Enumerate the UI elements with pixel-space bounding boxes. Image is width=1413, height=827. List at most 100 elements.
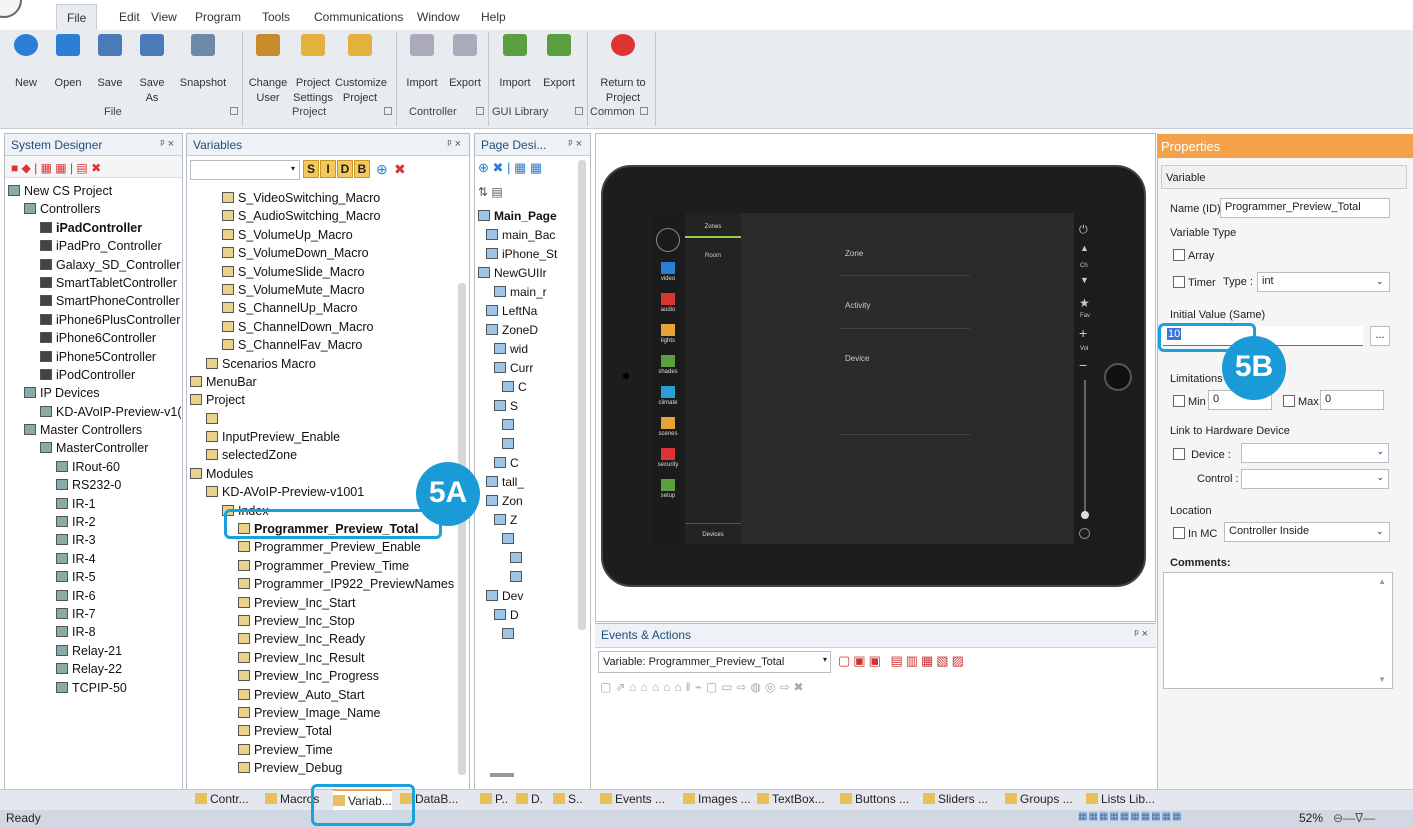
page-item[interactable]: Curr xyxy=(478,359,557,378)
page-item[interactable]: iPhone_St xyxy=(478,245,557,264)
toolbar-icons[interactable]: ■ ◆ | ▦ ▦ | ▤ ✖ xyxy=(11,161,101,175)
bottom-tab[interactable]: Contr... xyxy=(195,789,249,810)
zones-tab[interactable]: Zones xyxy=(685,220,741,238)
bottom-tab[interactable]: Buttons ... xyxy=(840,789,909,810)
page-item[interactable]: NewGUIIr xyxy=(478,264,557,283)
tree-item[interactable]: iPhone5Controller xyxy=(8,348,182,366)
tree-item[interactable]: IR-3 xyxy=(8,531,182,549)
variable-item[interactable]: S_ChannelDown_Macro xyxy=(190,318,454,336)
tree-item[interactable]: New CS Project xyxy=(8,182,182,200)
variable-item[interactable]: S_ChannelUp_Macro xyxy=(190,299,454,317)
export-button[interactable]: Export xyxy=(539,34,579,91)
vertical-scrollbar[interactable] xyxy=(458,283,466,775)
group-dialog-launcher[interactable] xyxy=(575,107,583,115)
tree-item[interactable]: iPodController xyxy=(8,366,182,384)
tree-item[interactable]: Relay-21 xyxy=(8,642,182,660)
bottom-tab[interactable]: Sliders ... xyxy=(923,789,988,810)
variable-item[interactable]: Preview_Inc_Ready xyxy=(190,630,454,648)
group-dialog-launcher[interactable] xyxy=(640,107,648,115)
bottom-tab[interactable]: TextBox... xyxy=(757,789,825,810)
bottom-tab[interactable]: Events ... xyxy=(600,789,665,810)
variable-item[interactable]: S_VolumeUp_Macro xyxy=(190,226,454,244)
status-icons[interactable]: ▦▦▦▦▦▦▦▦▦▦ xyxy=(1078,811,1182,822)
power-icon[interactable]: ⏻ xyxy=(1079,224,1088,237)
page-item[interactable]: D xyxy=(478,606,557,625)
page-item[interactable] xyxy=(478,549,557,568)
variable-item[interactable]: Modules xyxy=(190,465,454,483)
customize-project-button[interactable]: Customize Project xyxy=(335,34,387,106)
page-item[interactable] xyxy=(478,530,557,549)
page-item[interactable] xyxy=(478,568,557,587)
video-nav-item[interactable]: video xyxy=(651,262,685,282)
page-item[interactable] xyxy=(478,416,557,435)
page-item[interactable]: ZoneD xyxy=(478,321,557,340)
favorite-icon[interactable]: ★ xyxy=(1079,296,1090,310)
type-filter-d[interactable]: D xyxy=(337,160,353,178)
project-settings-button[interactable]: Project Settings xyxy=(291,34,335,106)
menu-communications[interactable]: Communications xyxy=(314,10,403,24)
shades-nav-item[interactable]: shades xyxy=(651,355,685,375)
variable-item[interactable]: MenuBar xyxy=(190,373,454,391)
type-select[interactable]: int xyxy=(1257,272,1390,292)
menu-view[interactable]: View xyxy=(151,10,177,24)
tree-item[interactable]: IR-5 xyxy=(8,568,182,586)
variable-item[interactable]: Preview_Debug xyxy=(190,759,454,777)
variable-item[interactable]: S_VideoSwitching_Macro xyxy=(190,189,454,207)
return-to-project-button[interactable]: Return to Project xyxy=(593,34,653,106)
add-icon[interactable]: ⊕ xyxy=(376,161,388,178)
snapshot-button[interactable]: Snapshot xyxy=(176,34,230,91)
page-item[interactable]: Z xyxy=(478,511,557,530)
bottom-tab[interactable]: P.. xyxy=(480,789,508,810)
variable-item[interactable]: S_ChannelFav_Macro xyxy=(190,336,454,354)
variable-item[interactable]: Scenarios Macro xyxy=(190,355,454,373)
page-item[interactable]: wid xyxy=(478,340,557,359)
device-checkbox[interactable]: Device : xyxy=(1173,448,1231,461)
channel-up-icon[interactable]: ▲ xyxy=(1080,243,1089,253)
setup-nav-item[interactable]: setup xyxy=(651,479,685,499)
page-toolbar-icons[interactable]: ⊕ ✖ | ▦ ▦ xyxy=(478,160,542,176)
tree-item[interactable]: RS232-0 xyxy=(8,476,182,494)
action-toolbar-icons[interactable]: ▢⇗⌂⌂⌂⌂⌂‖⌁▢▭⇨◍◎⇨✖ xyxy=(600,680,808,694)
tree-item[interactable]: KD-AVoIP-Preview-v1( xyxy=(8,403,182,421)
bottom-tab[interactable]: D. xyxy=(516,789,543,810)
tree-item[interactable]: Galaxy_SD_Controller xyxy=(8,256,182,274)
devices-tab[interactable]: Devices xyxy=(685,523,741,544)
volume-slider-thumb[interactable] xyxy=(1081,511,1089,519)
volume-down-icon[interactable]: − xyxy=(1079,357,1087,373)
delete-icon[interactable]: ✖ xyxy=(394,161,406,178)
variable-item[interactable]: Preview_Inc_Stop xyxy=(190,612,454,630)
variable-item[interactable]: Preview_Inc_Result xyxy=(190,649,454,667)
menu-file[interactable]: File xyxy=(56,4,98,30)
menu-edit[interactable]: Edit xyxy=(119,10,140,24)
tree-item[interactable]: IRout-60 xyxy=(8,458,182,476)
menu-window[interactable]: Window xyxy=(417,10,460,24)
tree-item[interactable]: IP Devices xyxy=(8,384,182,402)
tree-item[interactable]: IR-8 xyxy=(8,623,182,641)
bottom-tab[interactable]: Groups ... xyxy=(1005,789,1073,810)
volume-up-icon[interactable]: + xyxy=(1079,325,1087,341)
tree-item[interactable]: Relay-22 xyxy=(8,660,182,678)
control-select[interactable]: ⌄ xyxy=(1241,469,1389,489)
open-button[interactable]: Open xyxy=(50,34,86,91)
page-item[interactable]: main_r xyxy=(478,283,557,302)
tree-item[interactable]: Controllers xyxy=(8,200,182,218)
variable-item[interactable]: Project xyxy=(190,391,454,409)
variable-item[interactable]: Preview_Inc_Start xyxy=(190,594,454,612)
tree-item[interactable]: iPadPro_Controller xyxy=(8,237,182,255)
variable-item[interactable]: S_VolumeMute_Macro xyxy=(190,281,454,299)
change-user-button[interactable]: Change User xyxy=(248,34,288,106)
tree-item[interactable]: TCPIP-50 xyxy=(8,679,182,697)
name-id-input[interactable]: Programmer_Preview_Total xyxy=(1220,198,1390,218)
scenes-nav-item[interactable]: scenes xyxy=(651,417,685,437)
page-item[interactable] xyxy=(478,625,557,644)
variable-item[interactable]: Programmer_Preview_Time xyxy=(190,557,454,575)
type-filter-s[interactable]: S xyxy=(303,160,319,178)
type-filter-i[interactable]: I xyxy=(320,160,336,178)
save-as-button[interactable]: Save As xyxy=(134,34,170,106)
page-item[interactable]: main_Bac xyxy=(478,226,557,245)
comments-textarea[interactable]: ▲ ▼ xyxy=(1163,572,1393,689)
variable-item[interactable]: S_VolumeDown_Macro xyxy=(190,244,454,262)
browse-button[interactable]: ... xyxy=(1370,326,1390,346)
sort-icons[interactable]: ⇅ ▤ xyxy=(478,185,503,199)
variable-item[interactable]: Preview_Total xyxy=(190,722,454,740)
